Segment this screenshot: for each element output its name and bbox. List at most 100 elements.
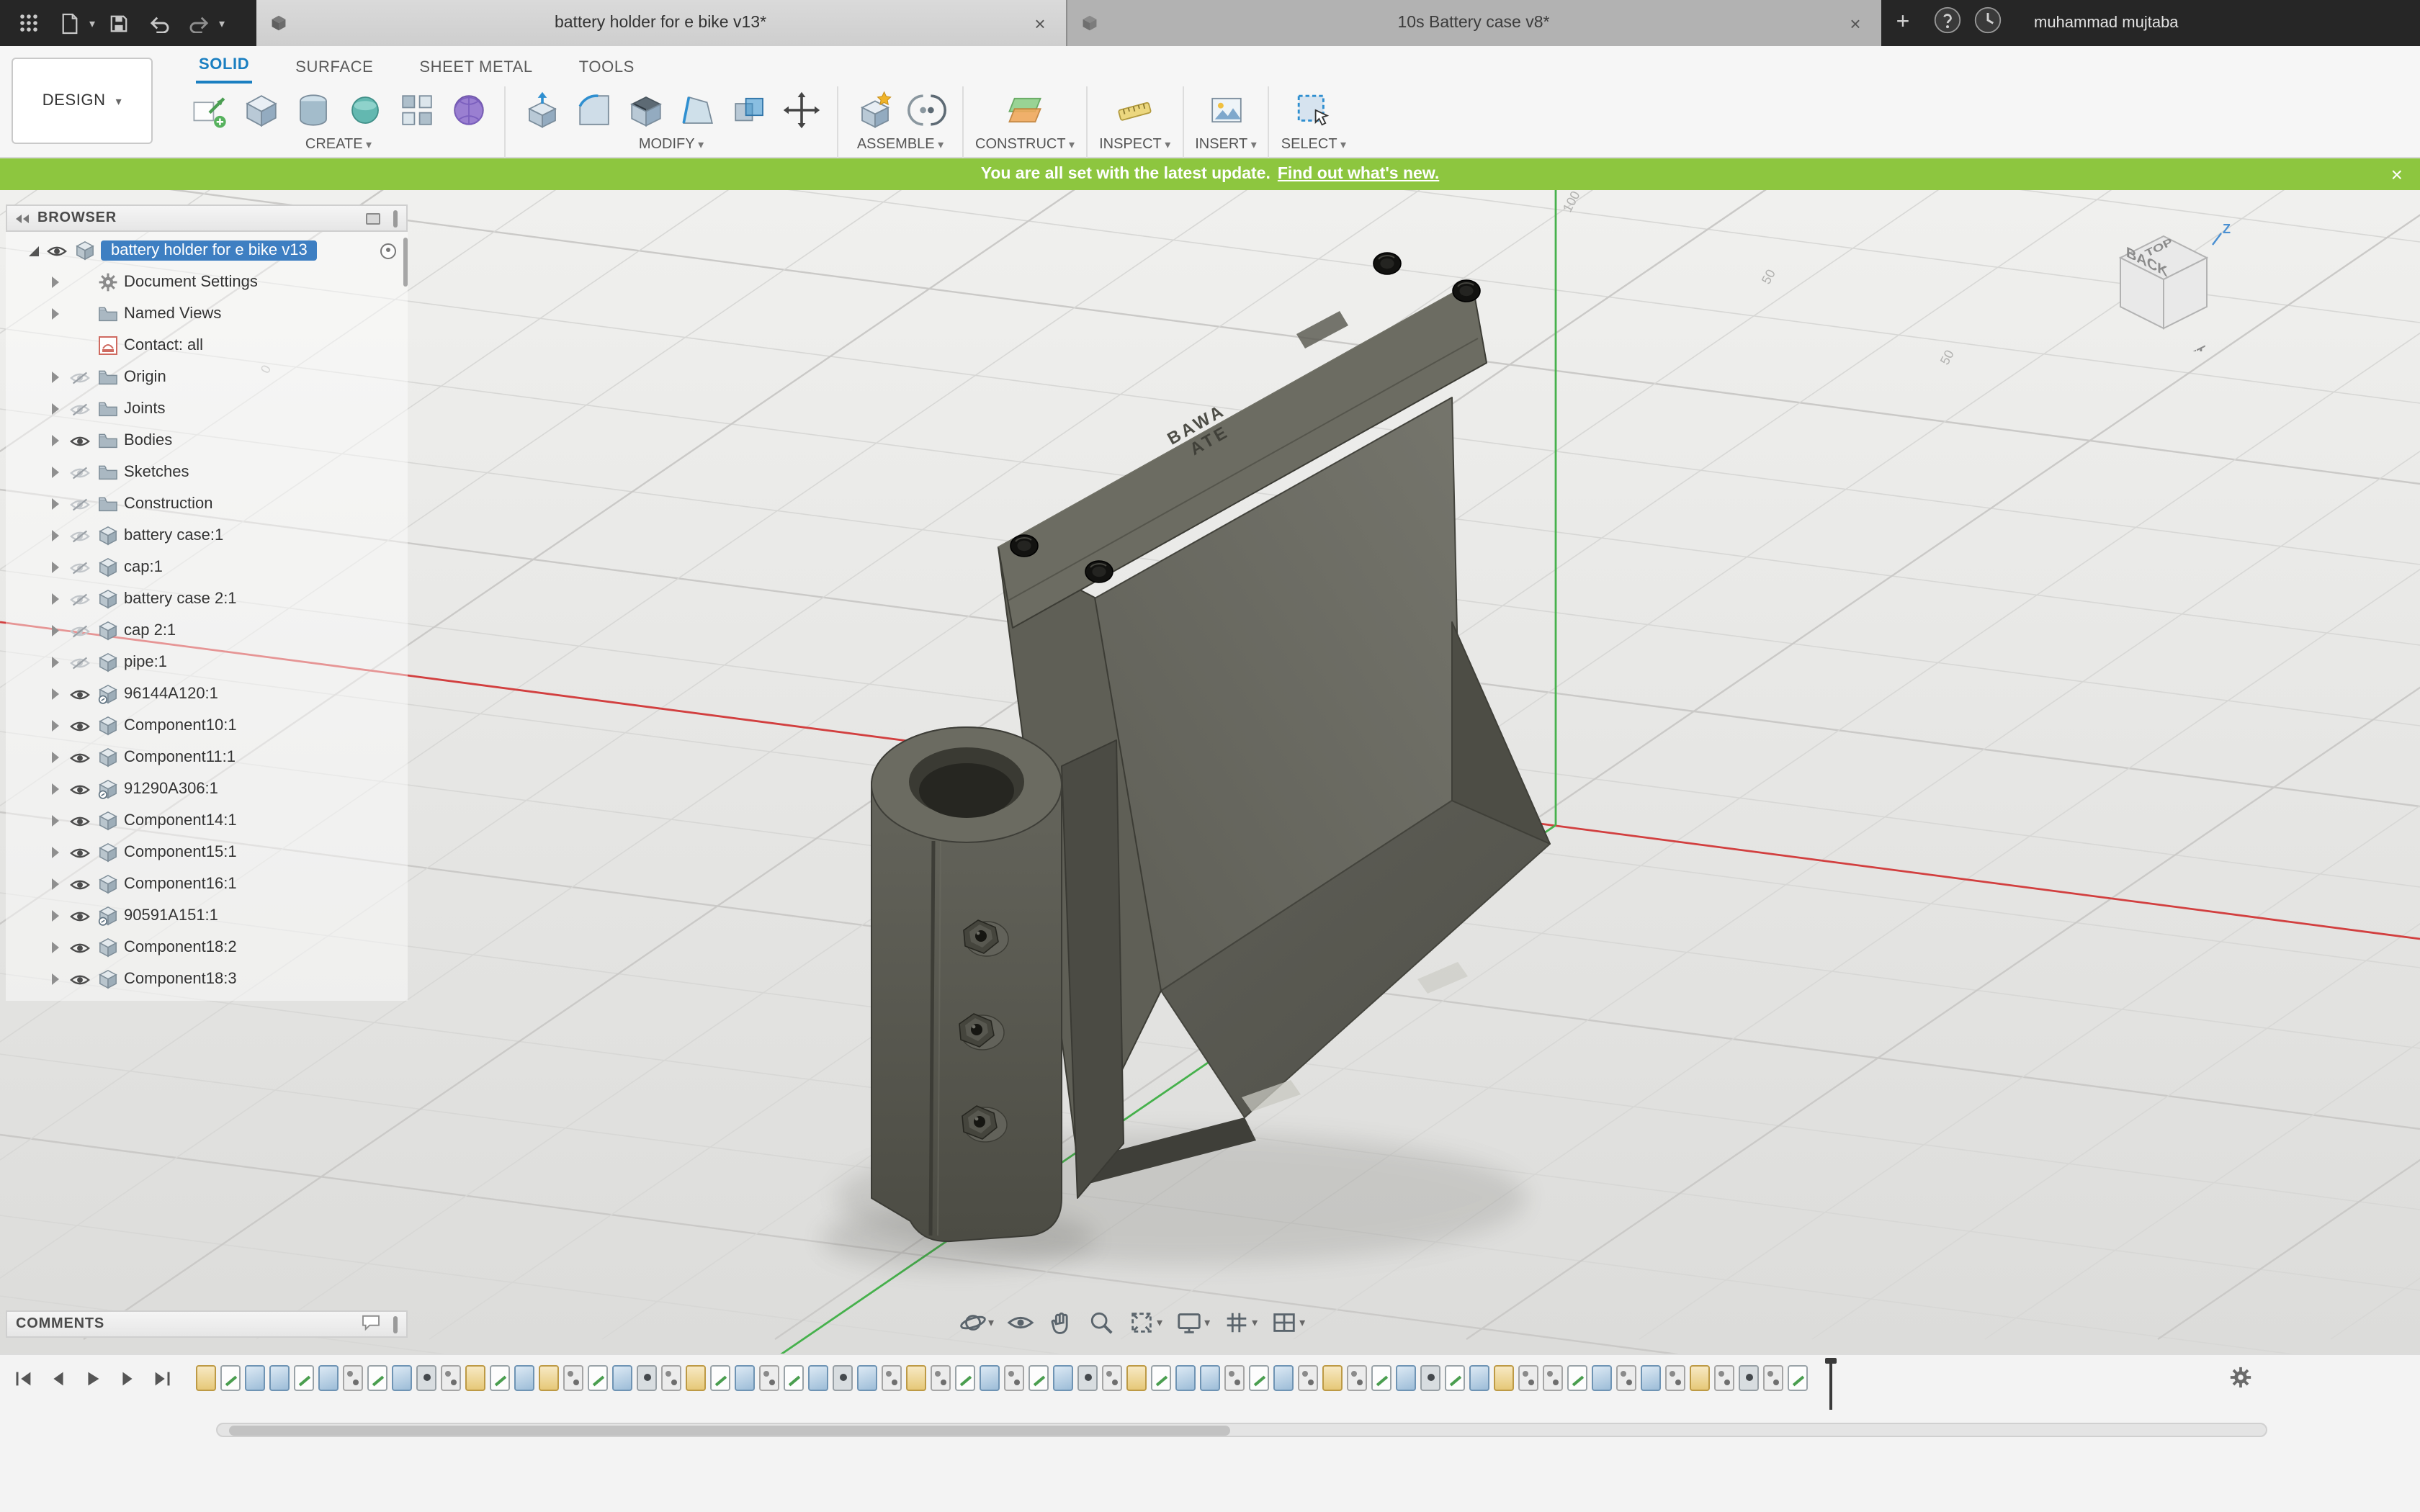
disclosure-arrow-icon[interactable]	[49, 940, 63, 955]
timeline-feature-joint-icon[interactable]	[343, 1365, 363, 1391]
zoom-icon[interactable]	[1085, 1306, 1118, 1339]
tab-sheet-metal[interactable]: SHEET METAL	[416, 59, 535, 84]
chevron-down-icon[interactable]: ▾	[89, 17, 95, 30]
visibility-eye-icon[interactable]	[69, 528, 91, 544]
save-icon[interactable]	[101, 6, 135, 40]
grid-settings-icon[interactable]: ▾	[1220, 1306, 1260, 1339]
display-settings-icon[interactable]: ▾	[1173, 1306, 1213, 1339]
toolbar-group-label[interactable]: CREATE ▾	[305, 137, 372, 153]
tab-solid[interactable]: SOLID	[196, 56, 253, 84]
timeline-feature-hole-icon[interactable]	[833, 1365, 853, 1391]
disclosure-arrow-icon[interactable]	[49, 972, 63, 986]
timeline-feature-joint-icon[interactable]	[1665, 1365, 1685, 1391]
browser-item[interactable]: Document Settings	[6, 266, 408, 298]
tab-surface[interactable]: SURFACE	[292, 59, 376, 84]
disclosure-arrow-icon[interactable]	[49, 750, 63, 765]
timeline-feature-joint-icon[interactable]	[882, 1365, 902, 1391]
timeline-feature-component-icon[interactable]	[906, 1365, 926, 1391]
close-tab-icon[interactable]: ×	[1028, 12, 1052, 34]
timeline-settings-gear-icon[interactable]	[2228, 1365, 2253, 1397]
timeline-feature-extrude-icon[interactable]	[1396, 1365, 1416, 1391]
timeline-feature-hole-icon[interactable]	[637, 1365, 657, 1391]
tool-form-button[interactable]	[444, 86, 493, 132]
timeline-feature-joint-icon[interactable]	[1714, 1365, 1734, 1391]
timeline-feature-component-icon[interactable]	[465, 1365, 485, 1391]
timeline-feature-sketch-icon[interactable]	[1028, 1365, 1049, 1391]
browser-item[interactable]: Named Views	[6, 298, 408, 330]
timeline-feature-component-icon[interactable]	[1322, 1365, 1343, 1391]
visibility-eye-icon[interactable]	[69, 464, 91, 480]
timeline-feature-hole-icon[interactable]	[416, 1365, 436, 1391]
fit-icon[interactable]: ▾	[1125, 1306, 1165, 1339]
tool-revolve-button[interactable]	[340, 86, 389, 132]
timeline-feature-joint-icon[interactable]	[759, 1365, 779, 1391]
visibility-eye-icon[interactable]	[69, 369, 91, 385]
timeline-step-back-button[interactable]	[46, 1367, 71, 1391]
chevron-down-icon[interactable]: ▾	[219, 17, 225, 30]
close-banner-icon[interactable]: ×	[2391, 163, 2403, 186]
browser-item[interactable]: 90591A151:1	[6, 900, 408, 932]
timeline-feature-joint-icon[interactable]	[1543, 1365, 1563, 1391]
timeline-go-to-start-button[interactable]	[12, 1367, 36, 1391]
timeline-play-button[interactable]	[81, 1367, 105, 1391]
disclosure-arrow-icon[interactable]	[49, 402, 63, 416]
toolbar-group-label[interactable]: INSPECT ▾	[1099, 137, 1170, 153]
visibility-eye-icon[interactable]	[69, 401, 91, 417]
tool-select-button[interactable]	[1289, 86, 1338, 132]
browser-item[interactable]: Component11:1	[6, 742, 408, 773]
visibility-eye-icon[interactable]	[69, 718, 91, 734]
browser-item[interactable]: battery case 2:1	[6, 583, 408, 615]
chevron-down-icon[interactable]: ▾	[988, 1316, 994, 1329]
browser-root-item[interactable]: battery holder for e bike v13	[6, 235, 408, 266]
disclosure-arrow-icon[interactable]	[49, 687, 63, 701]
timeline-feature-extrude-icon[interactable]	[1175, 1365, 1196, 1391]
timeline-feature-hole-icon[interactable]	[1077, 1365, 1098, 1391]
visibility-eye-icon[interactable]	[69, 433, 91, 449]
timeline-feature-extrude-icon[interactable]	[808, 1365, 828, 1391]
timeline-feature-extrude-icon[interactable]	[245, 1365, 265, 1391]
timeline-feature-sketch-icon[interactable]	[294, 1365, 314, 1391]
visibility-eye-icon[interactable]	[69, 559, 91, 575]
timeline-feature-extrude-icon[interactable]	[1273, 1365, 1294, 1391]
disclosure-arrow-icon[interactable]	[49, 782, 63, 796]
browser-item[interactable]: Sketches	[6, 456, 408, 488]
timeline-feature-sketch-icon[interactable]	[784, 1365, 804, 1391]
comments-header[interactable]: COMMENTS	[6, 1310, 408, 1338]
timeline-feature-sketch-icon[interactable]	[710, 1365, 730, 1391]
activate-component-radio[interactable]	[380, 243, 396, 258]
job-status-icon[interactable]	[1973, 5, 2002, 41]
timeline-feature-joint-icon[interactable]	[1347, 1365, 1367, 1391]
visibility-eye-icon[interactable]	[69, 623, 91, 639]
browser-item[interactable]: Joints	[6, 393, 408, 425]
timeline-feature-sketch-icon[interactable]	[367, 1365, 387, 1391]
disclosure-arrow-icon[interactable]	[49, 719, 63, 733]
disclosure-arrow-icon[interactable]	[49, 845, 63, 860]
timeline-feature-extrude-icon[interactable]	[1053, 1365, 1073, 1391]
browser-item[interactable]: pipe:1	[6, 647, 408, 678]
timeline-feature-component-icon[interactable]	[196, 1365, 216, 1391]
timeline-feature-extrude-icon[interactable]	[318, 1365, 339, 1391]
browser-item[interactable]: Contact: all	[6, 330, 408, 361]
tool-move-button[interactable]	[776, 86, 825, 132]
disclosure-arrow-icon[interactable]	[49, 307, 63, 321]
timeline-feature-joint-icon[interactable]	[1224, 1365, 1245, 1391]
orbit-icon[interactable]: ▾	[956, 1306, 997, 1339]
tool-fillet-button[interactable]	[569, 86, 618, 132]
username[interactable]: muhammad mujtaba	[2011, 0, 2179, 46]
browser-item[interactable]: Origin	[6, 361, 408, 393]
document-tab-active[interactable]: battery holder for e bike v13* ×	[256, 0, 1066, 46]
browser-item[interactable]: Component14:1	[6, 805, 408, 837]
close-tab-icon[interactable]: ×	[1844, 12, 1867, 34]
panel-grip-handle[interactable]	[393, 210, 398, 227]
disclosure-arrow-icon[interactable]	[49, 528, 63, 543]
tool-create-sketch-button[interactable]	[184, 86, 233, 132]
timeline-feature-component-icon[interactable]	[1690, 1365, 1710, 1391]
browser-item[interactable]: 91290A306:1	[6, 773, 408, 805]
tool-new-component-button[interactable]	[850, 86, 899, 132]
toolbar-group-label[interactable]: MODIFY ▾	[639, 137, 704, 153]
visibility-eye-icon[interactable]	[69, 908, 91, 924]
timeline-feature-extrude-icon[interactable]	[514, 1365, 534, 1391]
timeline-feature-extrude-icon[interactable]	[857, 1365, 877, 1391]
toolbar-group-label[interactable]: ASSEMBLE ▾	[857, 137, 944, 153]
undo-icon[interactable]	[141, 6, 176, 40]
